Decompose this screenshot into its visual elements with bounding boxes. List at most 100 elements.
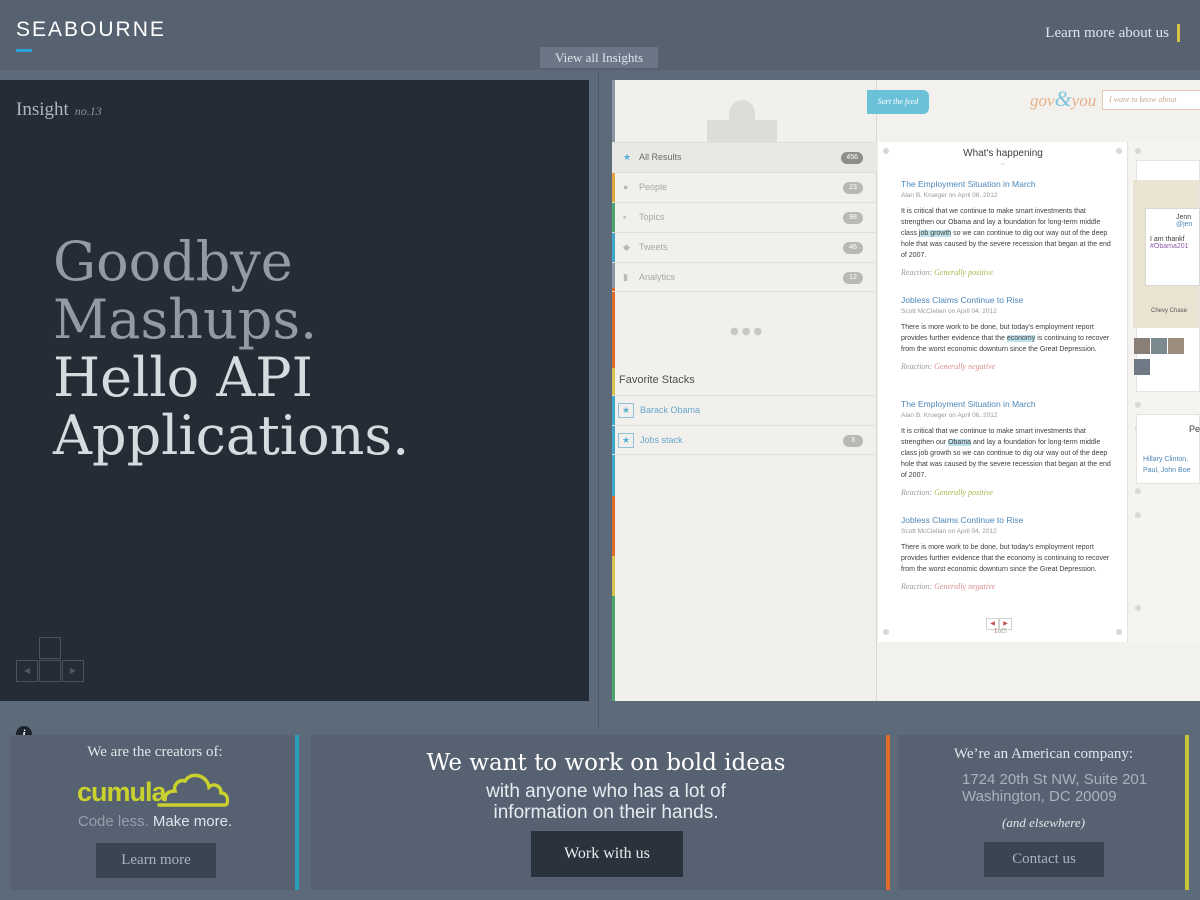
article-title-link[interactable]: The Employment Situation in March (901, 179, 1116, 189)
search-input[interactable]: I want to know about (1102, 90, 1200, 110)
article-body: There is more work to be done, but today… (901, 322, 1116, 355)
more-dots-icon[interactable]: ●●● (730, 326, 765, 337)
sidebar-item-all-results[interactable]: ★ All Results 456 (612, 142, 877, 172)
favorite-stack-item[interactable]: ★ Jobs stack 3 (612, 425, 877, 455)
sidebar-item-label: All Results (639, 152, 682, 162)
page-indicator: 1of5 (994, 627, 1007, 635)
tweet-author: Jenn (1176, 214, 1192, 221)
learn-more-about-us-link[interactable]: Learn more about us (1045, 24, 1180, 42)
sort-the-feed-button[interactable]: Sort the feed (867, 90, 929, 114)
feed-article: Jobless Claims Continue to Rise Scott Mc… (901, 515, 1116, 591)
pin-icon (1135, 512, 1141, 518)
view-all-insights-button[interactable]: View all Insights (540, 47, 658, 68)
reaction-label: Reaction: (901, 582, 933, 591)
app-screenshot: ★ All Results 456 ● People 23 ▪ Topics 9… (612, 80, 1200, 701)
sidebar-item-people[interactable]: ● People 23 (612, 172, 877, 202)
count-badge: 46 (843, 242, 863, 254)
bold-ideas-panel: We want to work on bold ideas with anyon… (311, 735, 890, 890)
elsewhere-note: (and elsewhere) (1002, 815, 1085, 830)
article-reaction: Reaction: Generally positive (901, 488, 1116, 497)
pin-icon (1135, 148, 1141, 154)
avatar[interactable] (1134, 359, 1150, 375)
tagline-part-2: Make more. (152, 813, 233, 830)
capitol-icon (707, 94, 777, 142)
arrow-up-key[interactable] (39, 637, 61, 659)
bold-ideas-heading: We want to work on bold ideas (426, 750, 786, 776)
article-body: It is critical that we continue to make … (901, 206, 1116, 261)
star-icon: ★ (623, 152, 632, 162)
headline-line-2: Mashups. (53, 288, 318, 351)
right-column: Jenn @jen I am thankf #Obama201 Chevy Ch… (1129, 142, 1200, 642)
pin-icon (1135, 605, 1141, 611)
article-body: It is critical that we continue to make … (901, 426, 1116, 481)
total-pages: 5 (1003, 627, 1007, 635)
arrow-down-key[interactable] (39, 660, 61, 682)
logo-ampersand: & (1054, 86, 1072, 111)
people-name-line[interactable]: Hillary Clinton, (1143, 454, 1190, 465)
pin-icon (1135, 402, 1141, 408)
pin-icon (883, 629, 889, 635)
logo-you: you (1071, 91, 1097, 110)
company-panel: We’re an American company: 1724 20th St … (898, 735, 1189, 890)
bird-icon: ◆ (623, 242, 630, 252)
sidebar-item-label: People (639, 182, 668, 192)
sidebar-stripe (612, 556, 615, 596)
favorite-stack-label: Barack Obama (640, 405, 701, 415)
cumula-logo[interactable]: cumula (77, 767, 231, 819)
article-reaction: Reaction: Generally negative (901, 362, 1116, 371)
article-highlight[interactable]: economy (1006, 335, 1036, 342)
arrow-right-key[interactable]: ▶ (62, 660, 84, 682)
work-with-us-button[interactable]: Work with us (531, 831, 683, 877)
sidebar-item-analytics[interactable]: ▮ Analytics 12 (612, 262, 877, 292)
brand-underline (16, 49, 32, 52)
count-badge: 98 (843, 212, 863, 224)
arrow-left-key[interactable]: ◀ (16, 660, 38, 682)
reaction-value: Generally negative (934, 582, 996, 591)
document-icon: ▪ (623, 212, 627, 222)
headline-line-1: Goodbye (53, 230, 293, 293)
pin-icon (1135, 488, 1141, 494)
arrow-keys-nav: ◀ ▶ (16, 637, 84, 683)
favorite-stack-item[interactable]: ★ Barack Obama (612, 395, 877, 425)
article-title-link[interactable]: Jobless Claims Continue to Rise (901, 515, 1116, 525)
creators-panel: We are the creators of: cumula Code less… (11, 735, 299, 890)
feed-article: The Employment Situation in March Alan B… (901, 179, 1116, 277)
people-name-line[interactable]: Paul, John Boe (1143, 465, 1190, 476)
insight-number: no.13 (74, 104, 102, 118)
sidebar-item-topics[interactable]: ▪ Topics 98 (612, 202, 877, 232)
sidebar-item-label: Topics (639, 212, 665, 222)
company-address: 1724 20th St NW, Suite 201 Washington, D… (962, 771, 1147, 805)
reaction-label: Reaction: (901, 268, 933, 277)
article-highlight[interactable]: job growth (918, 230, 952, 237)
article-highlight[interactable]: Obama (948, 439, 972, 446)
capitol-dome (729, 100, 755, 120)
sidebar-stripe (612, 80, 615, 142)
avatar[interactable] (1134, 338, 1150, 354)
article-title-link[interactable]: Jobless Claims Continue to Rise (901, 295, 1116, 305)
people-card-title: Pe (1189, 424, 1200, 434)
sidebar-item-tweets[interactable]: ◆ Tweets 46 (612, 232, 877, 262)
article-byline: Alan B. Krueger on April 06, 2012 (901, 412, 998, 419)
avatar[interactable] (1168, 338, 1184, 354)
column-divider (598, 70, 599, 730)
people-icon: ● (623, 182, 629, 192)
headline-line-4: Applications. (53, 404, 410, 467)
creators-label: We are the creators of: (87, 744, 223, 760)
header: SEABOURNE Learn more about us View all I… (0, 0, 1200, 70)
contact-us-button[interactable]: Contact us (984, 842, 1104, 877)
sidebar-item-label: Analytics (639, 272, 676, 282)
favorite-stack-label: Jobs stack (640, 435, 683, 445)
count-badge: 3 (843, 435, 863, 447)
avatar[interactable] (1151, 338, 1167, 354)
sidebar-stripe (612, 368, 615, 396)
article-title-link[interactable]: The Employment Situation in March (901, 399, 1116, 409)
article-body: There is more work to be done, but today… (901, 542, 1116, 575)
article-text: There is more work to be done, but today… (901, 544, 1110, 573)
bar-chart-icon: ▮ (623, 272, 628, 282)
app-sidebar: ★ All Results 456 ● People 23 ▪ Topics 9… (612, 80, 877, 701)
favorite-stacks-heading: Favorite Stacks (619, 374, 695, 386)
favorite-stacks-list: ★ Barack Obama ★ Jobs stack 3 (612, 395, 877, 455)
learn-more-button[interactable]: Learn more (96, 843, 216, 878)
brand-logo[interactable]: SEABOURNE (16, 18, 166, 42)
reaction-label: Reaction: (901, 488, 933, 497)
